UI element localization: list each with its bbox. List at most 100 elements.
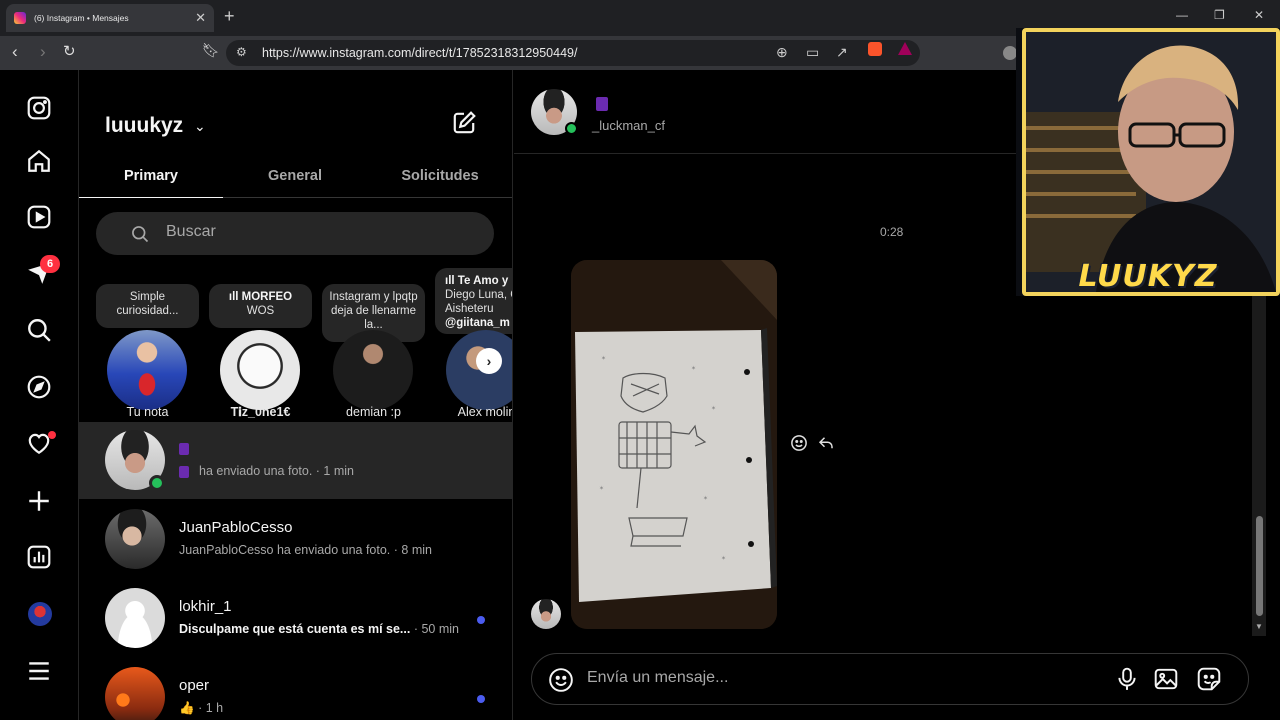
react-emoji-icon[interactable] xyxy=(790,434,808,452)
tab-title: (6) Instagram • Mensajes xyxy=(34,13,129,23)
site-settings-icon[interactable]: ⚙ xyxy=(236,45,247,59)
minimize-icon[interactable]: — xyxy=(1176,8,1188,22)
webcam-frame xyxy=(1022,28,1280,296)
address-bar[interactable]: ⚙ https://www.instagram.com/direct/t/178… xyxy=(226,40,920,66)
note-bubble: ıll Te Amo y Diego Luna, C Aisheteru @gi… xyxy=(435,268,513,334)
webcam-overlay: LUUKYZ xyxy=(1016,28,1280,296)
photo-message[interactable]: ✶ ✶ ✶ ✶ ✶ ✶ xyxy=(571,260,777,629)
svg-text:✶: ✶ xyxy=(691,365,696,372)
search-icon xyxy=(132,226,149,243)
conversation-preview: Disculpame que está cuenta es mí se... ·… xyxy=(179,622,459,636)
browser-tab[interactable]: (6) Instagram • Mensajes ✕ xyxy=(6,4,214,32)
active-tab-indicator xyxy=(79,197,223,198)
reels-icon[interactable] xyxy=(26,204,52,230)
search-box[interactable] xyxy=(96,212,494,255)
microphone-icon[interactable] xyxy=(1114,666,1140,692)
note-name: Tu nota xyxy=(126,405,169,419)
close-window-icon[interactable]: ✕ xyxy=(1254,8,1264,22)
streamer-logo: LUUKYZ xyxy=(1078,259,1218,294)
reload-icon[interactable]: ↻ xyxy=(63,42,76,60)
chevron-down-icon[interactable]: ⌄ xyxy=(194,118,206,135)
search-icon[interactable] xyxy=(26,317,52,343)
notes-next-button[interactable]: › xyxy=(476,348,502,374)
instagram-favicon-icon xyxy=(14,12,26,24)
note-title: ıll Te Amo y xyxy=(445,275,509,287)
explore-icon[interactable] xyxy=(26,374,52,400)
note-title: ıll MORFEO xyxy=(228,291,293,303)
note-name: Alex molin xyxy=(457,405,513,419)
online-indicator xyxy=(149,475,165,491)
zoom-icon[interactable]: ⊕ xyxy=(776,44,788,61)
note-text: Diego Luna, C Aisheteru xyxy=(445,289,513,315)
inbox-tabs: Primary General Solicitudes xyxy=(79,158,512,198)
profile-avatar[interactable] xyxy=(28,602,52,626)
notification-dot xyxy=(48,431,56,439)
conversation-item[interactable]: lokhir_1 Disculpame que está cuenta es m… xyxy=(79,580,512,657)
note-avatar xyxy=(220,330,300,410)
new-message-icon[interactable] xyxy=(451,110,477,136)
share-icon[interactable]: ↗ xyxy=(836,44,848,61)
conversation-name: lokhir_1 xyxy=(179,598,232,615)
emoji-icon xyxy=(179,465,189,478)
restore-icon[interactable]: ❐ xyxy=(1214,8,1225,22)
note-name: demian :p xyxy=(346,405,401,419)
search-input[interactable] xyxy=(166,223,466,241)
create-icon[interactable] xyxy=(26,488,52,514)
sticker-icon[interactable] xyxy=(1196,666,1222,692)
reply-icon[interactable] xyxy=(816,434,836,452)
new-tab-icon[interactable]: + xyxy=(224,6,235,27)
conversation-item[interactable]: ha enviado una foto. · 1 min xyxy=(79,422,512,499)
notification-badge: 6 xyxy=(40,255,60,273)
drawing-photo: ✶ ✶ ✶ ✶ ✶ ✶ xyxy=(571,260,777,629)
tab-general[interactable]: General xyxy=(223,168,367,184)
conversation-preview: 👍 · 1 h xyxy=(179,701,224,715)
account-username[interactable]: luuukyz xyxy=(105,114,183,138)
conversation-item[interactable]: oper 👍 · 1 h xyxy=(79,659,512,720)
brave-rewards-icon[interactable] xyxy=(898,42,912,55)
more-icon[interactable] xyxy=(26,658,52,684)
svg-text:✶: ✶ xyxy=(711,405,716,412)
conversation-avatar xyxy=(105,588,165,648)
note-bubble: Simple curiosidad... xyxy=(96,284,199,328)
image-upload-icon[interactable] xyxy=(1153,666,1179,692)
cast-icon[interactable]: ▭ xyxy=(806,44,819,61)
notes-row: Simple curiosidad... Tu nota ıll MORFEO … xyxy=(79,268,513,424)
note-extra: @giitana_m xyxy=(445,317,510,329)
conversation-name xyxy=(179,440,199,457)
instagram-icon[interactable] xyxy=(26,95,52,121)
svg-text:✶: ✶ xyxy=(599,485,604,492)
extension-icon[interactable] xyxy=(1003,46,1017,60)
bookmark-icon[interactable]: 🔖︎ xyxy=(202,42,220,59)
brave-shields-icon[interactable] xyxy=(868,42,882,56)
forward-icon[interactable]: › xyxy=(40,42,46,62)
tab-primary[interactable]: Primary xyxy=(79,168,223,184)
message-composer xyxy=(531,653,1249,705)
message-input[interactable] xyxy=(587,669,1087,687)
note-avatar xyxy=(333,330,413,410)
conversation-name: JuanPabloCesso xyxy=(179,519,293,536)
scrollbar-thumb[interactable] xyxy=(1256,516,1263,616)
instagram-sidebar: 6 xyxy=(0,70,79,720)
tab-requests[interactable]: Solicitudes xyxy=(368,168,512,184)
sender-avatar[interactable] xyxy=(531,599,561,629)
message-timestamp: 0:28 xyxy=(880,225,904,239)
contact-handle[interactable]: _luckman_cf xyxy=(592,118,665,133)
svg-text:✶: ✶ xyxy=(601,355,606,362)
emoji-picker-icon[interactable] xyxy=(548,667,574,693)
note-bubble: ıll MORFEO WOS xyxy=(209,284,312,328)
conversation-preview: JuanPabloCesso ha enviado una foto. · 8 … xyxy=(179,543,432,557)
emoji-icon xyxy=(596,97,608,111)
home-icon[interactable] xyxy=(26,148,52,174)
unread-indicator xyxy=(477,616,485,624)
conversation-name: oper xyxy=(179,677,210,694)
note-text: WOS xyxy=(246,305,275,317)
scroll-down-icon[interactable]: ▼ xyxy=(1255,622,1263,631)
dashboard-icon[interactable] xyxy=(26,544,52,570)
webcam-feed xyxy=(1026,32,1276,292)
conversation-avatar xyxy=(105,509,165,569)
svg-text:✶: ✶ xyxy=(721,555,726,562)
note-avatar xyxy=(107,330,187,410)
conversation-item[interactable]: JuanPabloCesso JuanPabloCesso ha enviado… xyxy=(79,501,512,578)
close-tab-icon[interactable]: ✕ xyxy=(195,10,206,26)
back-icon[interactable]: ‹ xyxy=(12,42,18,62)
